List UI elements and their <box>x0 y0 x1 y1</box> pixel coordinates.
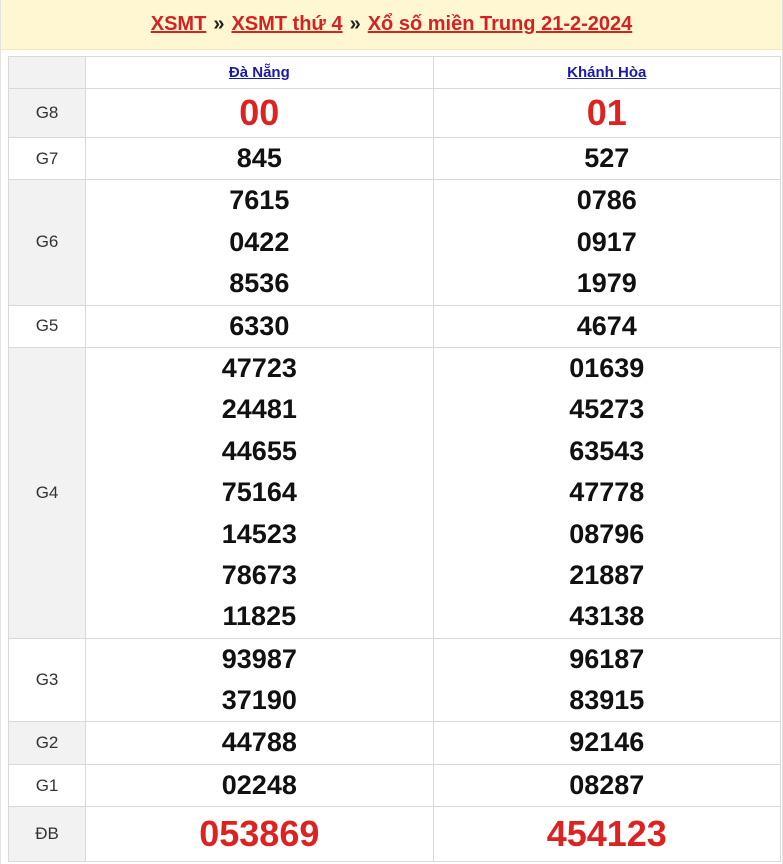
prize-numbers-da-nang: 7615 0422 8536 <box>85 179 434 306</box>
prize-numbers-khanh-hoa: 92146 <box>432 721 782 765</box>
breadcrumb: XSMT » XSMT thứ 4 » Xổ số miền Trung 21-… <box>1 0 782 50</box>
prize-label: G4 <box>7 346 87 639</box>
winning-number: 37190 <box>221 685 297 716</box>
winning-number: 845 <box>236 143 282 173</box>
province-link-da-nang[interactable]: Đà Nẵng <box>229 64 290 81</box>
province-header-da-nang: Đà Nẵng <box>85 56 434 89</box>
winning-number: 63543 <box>569 435 645 466</box>
breadcrumb-separator: » <box>349 13 361 35</box>
winning-number: 93987 <box>221 643 297 674</box>
winning-number: 0786 <box>576 185 637 216</box>
table-row: ĐB 053869 454123 <box>7 806 782 863</box>
winning-number: 1979 <box>576 268 637 299</box>
table-row: G7 845 527 <box>7 136 782 181</box>
winning-number: 44788 <box>221 727 297 758</box>
prize-label: G8 <box>7 88 87 138</box>
winning-number: 47778 <box>569 477 645 508</box>
prize-numbers-da-nang: 47723 24481 44655 75164 14523 78673 11825 <box>85 346 434 639</box>
breadcrumb-link-xsmt-thu-4[interactable]: XSMT thứ 4 <box>231 13 342 36</box>
winning-number: 08796 <box>569 518 645 549</box>
prize-numbers-khanh-hoa: 0786 0917 1979 <box>432 179 782 306</box>
winning-number: 45273 <box>569 394 645 425</box>
winning-number: 0917 <box>576 226 637 257</box>
table-row: G6 7615 0422 8536 0786 0917 1979 <box>7 179 782 306</box>
winning-number: 21887 <box>569 559 645 590</box>
winning-number: 24481 <box>221 394 297 425</box>
prize-numbers-da-nang: 6330 <box>85 304 434 348</box>
winning-number: 14523 <box>221 518 297 549</box>
lottery-result-table: Đà Nẵng Khánh Hòa G8 00 01 G7 845 527 G6 7615 04… <box>7 56 782 863</box>
winning-number: 8536 <box>229 268 290 299</box>
winning-number: 83915 <box>569 685 645 716</box>
winning-number: 78673 <box>221 559 297 590</box>
prize-numbers-khanh-hoa: 454123 <box>432 806 782 863</box>
prize-numbers-da-nang: 053869 <box>85 806 434 863</box>
prize-label: ĐB <box>7 806 87 863</box>
prize-label: G6 <box>7 179 87 306</box>
winning-number: 053869 <box>199 813 320 855</box>
winning-number: 0422 <box>229 226 290 257</box>
winning-number: 92146 <box>569 727 645 758</box>
winning-number: 08287 <box>569 769 645 800</box>
winning-number: 454123 <box>546 813 667 855</box>
prize-numbers-da-nang: 02248 <box>85 763 434 808</box>
prize-numbers-khanh-hoa: 4674 <box>432 304 782 348</box>
prize-label: G5 <box>7 304 87 348</box>
page-frame: XSMT » XSMT thứ 4 » Xổ số miền Trung 21-… <box>0 0 783 864</box>
prize-label: G2 <box>7 721 87 765</box>
winning-number: 527 <box>584 143 630 173</box>
table-row: G2 44788 92146 <box>7 721 782 765</box>
table-header-row: Đà Nẵng Khánh Hòa <box>7 56 782 89</box>
winning-number: 7615 <box>229 185 290 216</box>
winning-number: 00 <box>239 92 280 133</box>
winning-number: 44655 <box>221 435 297 466</box>
winning-number: 11825 <box>222 601 297 632</box>
prize-numbers-da-nang: 845 <box>85 136 434 181</box>
winning-number: 01 <box>586 92 627 133</box>
prize-numbers-da-nang: 44788 <box>85 721 434 765</box>
prize-numbers-khanh-hoa: 527 <box>432 136 782 181</box>
winning-number: 43138 <box>569 601 645 632</box>
winning-number: 75164 <box>221 477 297 508</box>
breadcrumb-separator: » <box>213 13 225 35</box>
winning-number: 01639 <box>569 352 645 383</box>
province-header-khanh-hoa: Khánh Hòa <box>432 56 782 89</box>
prize-numbers-khanh-hoa: 01639 45273 63543 47778 08796 21887 43138 <box>432 346 782 639</box>
table-row: G8 00 01 <box>7 88 782 138</box>
table-row: G4 47723 24481 44655 75164 14523 78673 11825 016… <box>7 346 782 639</box>
prize-label: G7 <box>7 136 87 181</box>
prize-label: G3 <box>7 637 87 723</box>
winning-number: 96187 <box>569 643 645 674</box>
prize-numbers-da-nang: 00 <box>85 88 434 138</box>
winning-number: 6330 <box>229 310 290 341</box>
prize-numbers-da-nang: 93987 37190 <box>85 637 434 723</box>
breadcrumb-link-xsmt[interactable]: XSMT <box>151 13 207 36</box>
prize-header-cell <box>7 56 87 89</box>
table-body: G8 00 01 G7 845 527 G6 7615 0422 8536 0786 0917 1979… <box>7 88 782 863</box>
breadcrumb-link-xsmt-date[interactable]: Xổ số miền Trung 21-2-2024 <box>368 13 633 36</box>
prize-numbers-khanh-hoa: 96187 83915 <box>432 637 782 723</box>
province-link-khanh-hoa[interactable]: Khánh Hòa <box>567 64 646 81</box>
winning-number: 4674 <box>576 310 637 341</box>
winning-number: 02248 <box>221 769 297 800</box>
prize-numbers-khanh-hoa: 01 <box>432 88 782 138</box>
prize-numbers-khanh-hoa: 08287 <box>432 763 782 808</box>
table-row: G5 6330 4674 <box>7 304 782 348</box>
table-row: G1 02248 08287 <box>7 763 782 808</box>
prize-label: G1 <box>7 763 87 808</box>
winning-number: 47723 <box>221 352 297 383</box>
table-row: G3 93987 37190 96187 83915 <box>7 637 782 723</box>
